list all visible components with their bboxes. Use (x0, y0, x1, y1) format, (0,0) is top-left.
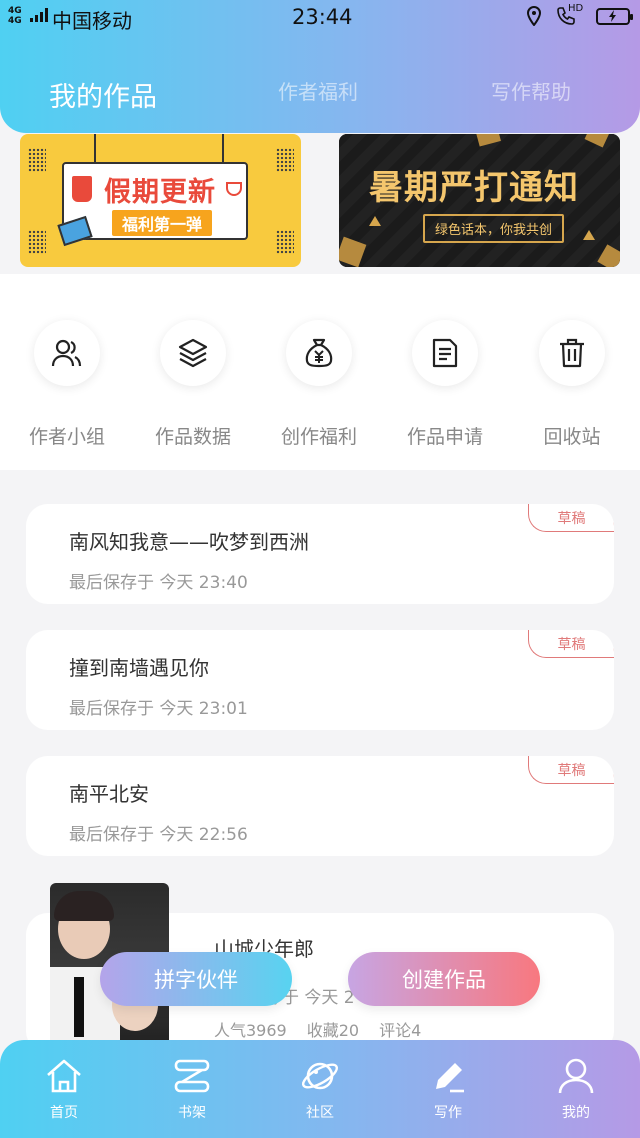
banner-holiday-update[interactable]: 假期更新 福利第一弹 (20, 134, 301, 267)
action-author-group[interactable]: 作者小组 (12, 320, 122, 449)
trash-icon (560, 338, 584, 368)
portrait-hair (54, 891, 114, 921)
action-creation-benefits[interactable]: 创作福利 (264, 320, 374, 449)
nav-label: 书架 (178, 1105, 206, 1121)
quick-actions: 作者小组 作品数据 创作福利 作品申请 回收站 (0, 274, 640, 470)
draft-badge: 草稿 (528, 630, 614, 658)
battery-icon (596, 7, 633, 25)
draft-badge: 草稿 (528, 504, 614, 532)
tab-writing-help[interactable]: 写作帮助 (491, 76, 571, 105)
hd-label: HD (568, 3, 584, 14)
home-icon (47, 1059, 81, 1093)
popularity-count: 人气3969 (214, 1021, 287, 1040)
action-label: 回收站 (543, 426, 601, 448)
nav-label: 首页 (50, 1105, 78, 1121)
banner-title: 假期更新 (104, 177, 216, 208)
action-work-data[interactable]: 作品数据 (138, 320, 248, 449)
hanging-string (222, 134, 224, 164)
users-icon (51, 339, 82, 367)
action-recycle-bin[interactable]: 回收站 (517, 320, 627, 449)
action-label: 作品申请 (406, 426, 483, 448)
signal-icon (30, 8, 48, 22)
writing-partner-button[interactable]: 拼字伙伴 (100, 952, 292, 1006)
hd-call-icon: HD (556, 3, 584, 26)
work-card[interactable]: 南平北安 最后保存于 今天 22:56 草稿 (26, 756, 614, 856)
nav-label: 写作 (434, 1105, 462, 1121)
draft-badge: 草稿 (528, 756, 614, 784)
layers-icon (178, 338, 208, 368)
work-save-time: 最后保存于 今天 23:01 (69, 699, 248, 719)
tab-author-benefits[interactable]: 作者福利 (278, 76, 358, 105)
nav-community[interactable]: 社区 (280, 1056, 360, 1122)
banner-subtitle: 绿色话本，你我共创 (423, 214, 565, 243)
nav-label: 社区 (306, 1105, 334, 1121)
work-title: 南平北安 (69, 782, 149, 806)
comments-count: 评论4 (379, 1021, 422, 1040)
dot-pattern (276, 148, 294, 172)
action-label: 作品数据 (154, 426, 231, 448)
action-work-application[interactable]: 作品申请 (390, 320, 500, 449)
nav-home[interactable]: 首页 (24, 1056, 104, 1122)
pen-icon (436, 1063, 464, 1093)
gold-triangle (583, 230, 595, 240)
bottom-navigation: 首页 书架 社区 写作 我的 (0, 1040, 640, 1138)
nav-label: 我的 (562, 1105, 590, 1121)
money-bag-icon (305, 338, 333, 368)
top-header: 4G 4G 中国移动 23:44 HD 我的作品 作者福利 写作帮助 (0, 0, 640, 133)
create-work-button[interactable]: 创建作品 (348, 952, 540, 1006)
network-type: 4G 4G (8, 6, 22, 26)
work-card[interactable]: 撞到南墙遇见你 最后保存于 今天 23:01 草稿 (26, 630, 614, 730)
gold-triangle (369, 216, 381, 226)
banner-subtitle: 福利第一弹 (112, 210, 213, 236)
planet-icon (301, 1062, 339, 1090)
work-save-time: 最后保存于 今天 23:40 (69, 573, 248, 593)
nav-bookshelf[interactable]: 书架 (152, 1056, 232, 1122)
work-title: 撞到南墙遇见你 (69, 656, 209, 680)
dot-pattern (276, 230, 294, 254)
work-card[interactable]: 南风知我意——吹梦到西洲 最后保存于 今天 23:40 草稿 (26, 504, 614, 604)
dot-pattern (28, 230, 46, 254)
work-title: 南风知我意——吹梦到西洲 (69, 530, 309, 554)
action-label: 创作福利 (280, 426, 357, 448)
nav-write[interactable]: 写作 (408, 1056, 488, 1122)
hanging-string (94, 134, 96, 164)
tab-my-works[interactable]: 我的作品 (49, 75, 157, 114)
user-icon (558, 1058, 594, 1094)
banner-title: 暑期严打通知 (369, 168, 579, 208)
document-icon (432, 338, 458, 368)
nav-profile[interactable]: 我的 (536, 1056, 616, 1122)
dot-pattern (28, 148, 46, 172)
fries-icon (72, 176, 92, 202)
portrait-tie (74, 977, 84, 1037)
status-bar: 4G 4G 中国移动 23:44 HD (0, 0, 640, 36)
bookshelf-icon (174, 1059, 210, 1093)
favorites-count: 收藏20 (306, 1021, 360, 1040)
work-save-time: 最后保存于 今天 22:56 (69, 825, 248, 845)
clock: 23:44 (292, 5, 353, 29)
action-label: 作者小组 (28, 426, 105, 448)
banner-carousel: 假期更新 福利第一弹 暑期严打通知 绿色话本，你我共创 (0, 134, 640, 274)
location-icon (526, 6, 542, 26)
carrier-name: 中国移动 (52, 9, 132, 33)
banner-summer-notice[interactable]: 暑期严打通知 绿色话本，你我共创 (339, 134, 620, 267)
